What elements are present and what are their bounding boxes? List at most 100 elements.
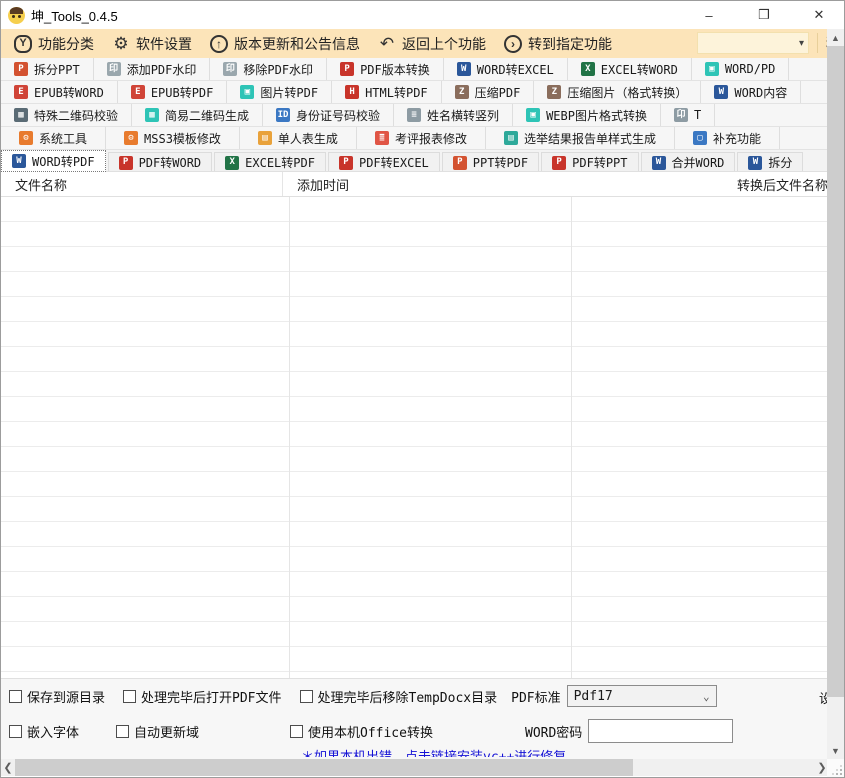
tab-button[interactable]: W WORD转EXCEL bbox=[444, 58, 568, 80]
chevron-down-icon: ▾ bbox=[799, 38, 804, 49]
file-table-header: 文件名称 添加时间 转换后文件名称 bbox=[1, 172, 829, 197]
toolbar-button[interactable]: › 转到指定功能 bbox=[497, 32, 619, 56]
tab-button[interactable]: P PDF转PPT bbox=[541, 152, 638, 172]
column-divider bbox=[571, 197, 572, 678]
report-icon: ≣ bbox=[375, 131, 389, 145]
checkbox-option[interactable]: 使用本机Office转换 bbox=[290, 719, 495, 743]
goto-function-combobox[interactable]: ▾ bbox=[697, 32, 809, 54]
column-header[interactable]: 添加时间 bbox=[283, 172, 723, 196]
checkbox-option[interactable]: 嵌入字体 bbox=[9, 719, 116, 743]
checkbox-label: 自动更新域 bbox=[134, 722, 199, 741]
scroll-left-icon[interactable]: ❮ bbox=[1, 759, 15, 776]
tab-button[interactable]: W WORD内容 bbox=[701, 81, 801, 103]
tab-button[interactable]: P PDF转EXCEL bbox=[328, 152, 440, 172]
tab-label: 选举结果报告单样式生成 bbox=[524, 130, 656, 147]
tab-button[interactable]: ▤ 选举结果报告单样式生成 bbox=[486, 127, 675, 149]
maximize-button[interactable]: ❒ bbox=[741, 1, 787, 29]
window-controls: – ❒ ✕ bbox=[686, 1, 844, 29]
checkbox-box bbox=[300, 690, 313, 703]
tab-button[interactable]: ≡ 姓名横转竖列 bbox=[394, 104, 513, 126]
toolbar-button[interactable]: ⚙ 软件设置 bbox=[105, 32, 199, 56]
gear-icon: ⚙ bbox=[112, 35, 130, 53]
toolbar-button-label: 转到指定功能 bbox=[528, 34, 612, 54]
column-header-label: 添加时间 bbox=[297, 175, 349, 194]
vertical-scrollbar[interactable]: ▲ ▼ bbox=[827, 29, 844, 759]
checkbox-label: 保存到源目录 bbox=[27, 687, 105, 706]
checkbox-option[interactable]: 自动更新域 bbox=[116, 719, 290, 743]
close-button[interactable]: ✕ bbox=[796, 1, 842, 29]
tab-button[interactable]: 印 添加PDF水印 bbox=[94, 58, 211, 80]
tab-button[interactable]: 卬 T bbox=[661, 104, 715, 126]
tab-button[interactable]: H HTML转PDF bbox=[332, 81, 442, 103]
toolbar-button[interactable]: ↶ 返回上个功能 bbox=[371, 32, 493, 56]
checkbox-option[interactable]: 保存到源目录 bbox=[9, 684, 105, 708]
scrollbar-corner bbox=[827, 759, 844, 778]
tab-button[interactable]: ▣ 图片转PDF bbox=[227, 81, 332, 103]
image-file-icon: ▣ bbox=[240, 85, 254, 99]
tab-button[interactable]: W 拆分 bbox=[737, 152, 803, 172]
tab-button[interactable]: X EXCEL转WORD bbox=[568, 58, 692, 80]
tab-button[interactable]: Z 压缩PDF bbox=[442, 81, 535, 103]
toolbar-button[interactable]: Y 功能分类 bbox=[7, 32, 101, 56]
tab-button[interactable]: Z 压缩图片（格式转换） bbox=[534, 81, 701, 103]
options-panel: 保存到源目录 处理完毕后打开PDF文件 处理完毕后移除TempDocx目录 PD… bbox=[1, 678, 829, 759]
tab-label: EPUB转PDF bbox=[151, 84, 214, 101]
horizontal-scrollbar[interactable]: ❮ ❯ bbox=[1, 759, 829, 776]
tab-button[interactable]: X EXCEL转PDF bbox=[214, 152, 326, 172]
checkbox-box bbox=[9, 690, 22, 703]
tab-button[interactable]: W 合并WORD bbox=[641, 152, 736, 172]
tab-row-1: P 拆分PPT 印 添加PDF水印 印 移除PDF水印 P PDF版本转换 W … bbox=[1, 58, 829, 81]
tab-button[interactable]: ▣ WEBP图片格式转换 bbox=[513, 104, 661, 126]
word-password-input[interactable] bbox=[588, 719, 733, 743]
checkbox-option[interactable]: 处理完毕后打开PDF文件 bbox=[123, 684, 281, 708]
scroll-up-icon[interactable]: ▲ bbox=[827, 29, 844, 46]
word-password-label: WORD密码 bbox=[525, 722, 582, 741]
tab-button[interactable]: P PPT转PDF bbox=[442, 152, 539, 172]
tab-button[interactable]: P 拆分PPT bbox=[1, 58, 94, 80]
scroll-down-icon[interactable]: ▼ bbox=[827, 742, 844, 759]
tab-label: PDF转EXCEL bbox=[359, 154, 429, 171]
checkbox-option[interactable]: 处理完毕后移除TempDocx目录 bbox=[300, 684, 498, 708]
tab-label: 姓名横转竖列 bbox=[427, 107, 499, 124]
tab-button[interactable]: ⚙ 系统工具 bbox=[1, 127, 106, 149]
tab-label: 拆分PPT bbox=[34, 61, 80, 78]
tab-button[interactable]: ▦ 简易二维码生成 bbox=[132, 104, 263, 126]
tab-button[interactable]: E EPUB转PDF bbox=[118, 81, 228, 103]
column-header[interactable]: 转换后文件名称 bbox=[723, 172, 829, 196]
tab-button[interactable]: E EPUB转WORD bbox=[1, 81, 118, 103]
repair-link[interactable]: ＊如果本机出错，点击链接安装vc++进行修复 bbox=[301, 750, 566, 757]
toolbar-button[interactable]: ↑ 版本更新和公告信息 bbox=[203, 32, 367, 56]
pdf-standard-combobox[interactable]: Pdf17 ⌄ bbox=[567, 685, 717, 707]
tab-label: 压缩PDF bbox=[475, 84, 521, 101]
tab-button[interactable]: ≣ 考评报表修改 bbox=[357, 127, 486, 149]
app-window: 坤_Tools_0.4.5 – ❒ ✕ Y 功能分类 ⚙ 软件设置 ↑ 版本更新… bbox=[0, 0, 845, 778]
html-file-icon: H bbox=[345, 85, 359, 99]
tab-button[interactable]: P PDF版本转换 bbox=[327, 58, 444, 80]
tab-button[interactable]: P PDF转WORD bbox=[108, 152, 213, 172]
excel-file-icon: X bbox=[225, 156, 239, 170]
tab-label: 系统工具 bbox=[39, 130, 87, 147]
horizontal-scroll-thumb[interactable] bbox=[15, 759, 633, 776]
tab-label: 图片转PDF bbox=[260, 84, 318, 101]
tab-label: MSS3模板修改 bbox=[144, 130, 221, 147]
checkbox-label: 处理完毕后打开PDF文件 bbox=[141, 687, 281, 706]
tab-button[interactable]: ⚙ MSS3模板修改 bbox=[106, 127, 240, 149]
resize-grip-icon[interactable] bbox=[840, 773, 842, 775]
tab-button[interactable]: ▣ WORD/PD bbox=[692, 58, 790, 80]
tab-label: PPT转PDF bbox=[473, 154, 528, 171]
vertical-scroll-thumb[interactable] bbox=[827, 46, 844, 697]
column-header[interactable]: 文件名称 bbox=[1, 172, 283, 196]
tab-label: HTML转PDF bbox=[365, 84, 428, 101]
tab-button[interactable]: ID 身份证号码校验 bbox=[263, 104, 394, 126]
gear-tool-icon: ⚙ bbox=[124, 131, 138, 145]
image-file-icon: ▣ bbox=[705, 62, 719, 76]
tab-button[interactable]: ▦ 特殊二维码校验 bbox=[1, 104, 132, 126]
tab-button[interactable]: W WORD转PDF bbox=[1, 150, 106, 172]
tab-button[interactable]: ▤ 单人表生成 bbox=[240, 127, 357, 149]
file-table-body[interactable] bbox=[1, 197, 829, 678]
tab-label: WORD内容 bbox=[734, 84, 787, 101]
tab-button[interactable]: 印 移除PDF水印 bbox=[210, 58, 327, 80]
minimize-button[interactable]: – bbox=[686, 1, 732, 29]
tab-button[interactable]: ▢ 补充功能 bbox=[675, 127, 780, 149]
document-icon: ▢ bbox=[693, 131, 707, 145]
